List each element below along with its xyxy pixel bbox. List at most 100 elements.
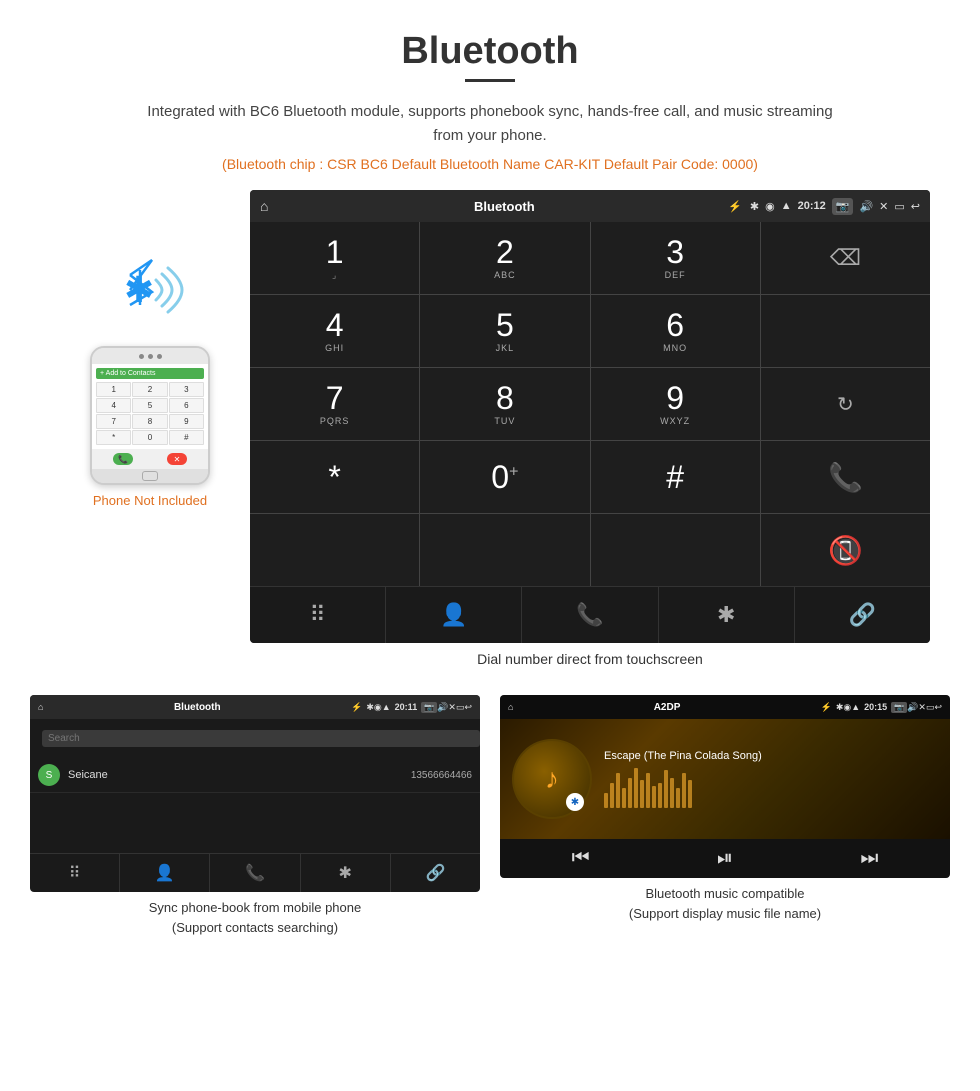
music-vol-icon[interactable]: 🔊 <box>907 702 918 713</box>
phone-key-6[interactable]: 6 <box>169 398 204 413</box>
pb-nav-dialpad[interactable]: ⠿ <box>30 854 120 892</box>
music-close-icon[interactable]: ✕ <box>918 702 926 713</box>
pb-time: 20:11 <box>395 702 418 712</box>
car-back-icon[interactable]: ↩ <box>911 200 920 213</box>
phone-key-2[interactable]: 2 <box>132 382 167 397</box>
phone-mockup: + Add to Contacts 1 2 3 4 5 6 7 8 9 * 0 … <box>90 346 210 485</box>
phone-key-7[interactable]: 7 <box>96 414 131 429</box>
phone-key-star[interactable]: * <box>96 430 131 445</box>
phonebook-search-input[interactable] <box>42 730 480 747</box>
music-bar-13 <box>676 788 680 808</box>
car-window-icon[interactable]: ▭ <box>894 200 904 213</box>
phone-dot-3 <box>157 354 162 359</box>
pb-search-wrap <box>30 719 480 758</box>
phonebook-frame: ⌂ Bluetooth ⚡ ✱ ◉ ▲ 20:11 📷 🔊 ✕ ▭ ↩ S Se… <box>30 695 480 892</box>
pb-camera-icon[interactable]: 📷 <box>421 702 437 713</box>
dial-key-3[interactable]: 3 DEF <box>591 222 760 294</box>
pb-nav-phone[interactable]: 📞 <box>210 854 300 892</box>
music-bar-11 <box>664 770 668 808</box>
car-nav-contacts[interactable]: 👤 <box>386 587 522 643</box>
dial-key-4[interactable]: 4 GHI <box>250 295 419 367</box>
bluetooth-illustration: ✱ <box>110 250 190 330</box>
music-song-title: Escape (The Pina Colada Song) <box>604 750 938 762</box>
phone-end-button[interactable]: ✕ <box>167 453 187 465</box>
pb-win-icon[interactable]: ▭ <box>456 702 465 713</box>
contact-row[interactable]: S Seicane 13566664466 <box>30 758 480 793</box>
phone-home-button[interactable] <box>142 471 158 481</box>
description: Integrated with BC6 Bluetooth module, su… <box>140 100 840 148</box>
phone-add-contact: + Add to Contacts <box>96 368 204 379</box>
music-status-bar: ⌂ A2DP ⚡ ✱ ◉ ▲ 20:15 📷 🔊 ✕ ▭ ↩ <box>500 695 950 719</box>
car-nav-phone[interactable]: 📞 <box>522 587 658 643</box>
music-info: Escape (The Pina Colada Song) <box>604 750 938 808</box>
music-viz <box>604 768 938 808</box>
pb-nav-contacts[interactable]: 👤 <box>120 854 210 892</box>
page-title: Bluetooth <box>0 0 980 79</box>
backspace-icon[interactable]: ⌫ <box>830 245 861 271</box>
phone-key-9[interactable]: 9 <box>169 414 204 429</box>
dial-key-6[interactable]: 6 MNO <box>591 295 760 367</box>
music-play-pause-button[interactable]: ⏯ <box>717 847 733 870</box>
dial-key-star[interactable]: * <box>250 441 419 513</box>
dial-key-0[interactable]: 0+ <box>420 441 589 513</box>
car-nav-link[interactable]: 🔗 <box>795 587 930 643</box>
pb-loc-icon: ◉ <box>374 702 382 713</box>
pb-vol-icon[interactable]: 🔊 <box>437 702 448 713</box>
music-next-button[interactable]: ⏭ <box>860 847 878 870</box>
car-location-icon: ◉ <box>765 200 775 213</box>
music-bar-5 <box>628 778 632 808</box>
music-camera-icon[interactable]: 📷 <box>891 702 907 713</box>
music-bar-4 <box>622 788 626 808</box>
car-home-icon[interactable]: ⌂ <box>260 198 268 214</box>
phone-key-hash[interactable]: # <box>169 430 204 445</box>
dial-key-2[interactable]: 2 ABC <box>420 222 589 294</box>
car-time: 20:12 <box>798 200 826 212</box>
car-status-bar: ⌂ Bluetooth ⚡ ✱ ◉ ▲ 20:12 📷 🔊 ✕ ▭ ↩ <box>250 190 930 222</box>
dial-key-9[interactable]: 9 WXYZ <box>591 368 760 440</box>
phone-call-button[interactable]: 📞 <box>113 453 133 465</box>
music-bar-6 <box>634 768 638 808</box>
dial-key-1[interactable]: 1 ⌟ <box>250 222 419 294</box>
dial-key-reload[interactable]: ↻ <box>761 368 930 440</box>
dial-key-call-red[interactable]: 📵 <box>761 514 930 586</box>
phone-key-8[interactable]: 8 <box>132 414 167 429</box>
music-win-icon[interactable]: ▭ <box>926 702 935 713</box>
bluetooth-signal-icon: ✱ <box>110 250 190 330</box>
car-bt-icon: ✱ <box>750 200 759 213</box>
music-wifi-icon: ▲ <box>851 702 860 712</box>
dial-key-hash[interactable]: # <box>591 441 760 513</box>
music-time: 20:15 <box>864 702 887 712</box>
music-back-icon[interactable]: ↩ <box>934 702 942 713</box>
phone-key-5[interactable]: 5 <box>132 398 167 413</box>
car-nav-bluetooth[interactable]: ✱ <box>659 587 795 643</box>
dial-key-empty-2 <box>761 295 930 367</box>
pb-close-icon[interactable]: ✕ <box>448 702 456 713</box>
phone-side: ✱ + Add to Contacts 1 2 3 4 5 <box>50 190 250 508</box>
dial-key-7[interactable]: 7 PQRS <box>250 368 419 440</box>
dial-key-5[interactable]: 5 JKL <box>420 295 589 367</box>
phonebook-caption: Sync phone-book from mobile phone(Suppor… <box>149 898 361 937</box>
dial-key-empty-row5-2 <box>420 514 589 586</box>
pb-back-icon[interactable]: ↩ <box>464 702 472 713</box>
car-nav-dialpad[interactable]: ⠿ <box>250 587 386 643</box>
phone-key-0[interactable]: 0 <box>132 430 167 445</box>
dial-key-call-green[interactable]: 📞 <box>761 441 930 513</box>
music-prev-button[interactable]: ⏮ <box>572 847 590 870</box>
car-camera-icon[interactable]: 📷 <box>832 198 854 215</box>
dialpad-grid: 1 ⌟ 2 ABC 3 DEF ⌫ 4 GHI <box>250 222 930 586</box>
phone-key-4[interactable]: 4 <box>96 398 131 413</box>
pb-nav-bt[interactable]: ✱ <box>301 854 391 892</box>
dial-key-8[interactable]: 8 TUV <box>420 368 589 440</box>
phone-status-bar <box>92 348 208 364</box>
music-bar-15 <box>688 780 692 808</box>
pb-nav-link[interactable]: 🔗 <box>391 854 480 892</box>
car-close-icon[interactable]: ✕ <box>879 200 888 213</box>
contact-name: Seicane <box>68 769 411 781</box>
phone-key-3[interactable]: 3 <box>169 382 204 397</box>
car-status-right: ✱ ◉ ▲ 20:12 📷 🔊 ✕ ▭ ↩ <box>750 198 920 215</box>
car-volume-icon[interactable]: 🔊 <box>859 200 873 213</box>
pb-wifi-icon: ▲ <box>382 702 391 712</box>
phone-key-1[interactable]: 1 <box>96 382 131 397</box>
phone-bottom-buttons: 📞 ✕ <box>92 449 208 469</box>
music-bar-3 <box>616 773 620 808</box>
